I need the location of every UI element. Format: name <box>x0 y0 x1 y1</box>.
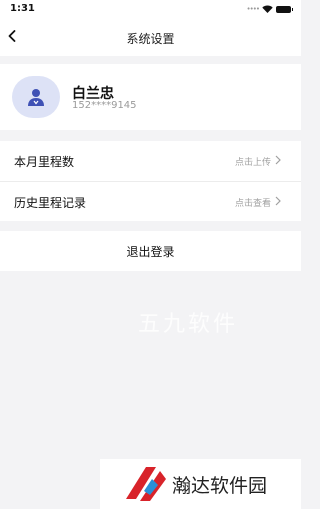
avatar[interactable] <box>12 76 60 118</box>
menu-item-label: 本月里程数 <box>14 155 75 169</box>
chevron-right-icon <box>275 196 281 206</box>
user-phone: 152****9145 <box>72 100 137 111</box>
watermark: 五九软件 <box>138 312 239 337</box>
menu-item-mileage-history[interactable]: 历史里程记录 点击查看 <box>0 181 301 221</box>
user-icon <box>28 89 44 106</box>
menu-item-hint: 点击上传 <box>234 158 271 168</box>
status-bar: 1:31 •••• <box>0 0 301 20</box>
chevron-right-icon <box>275 155 281 165</box>
wifi-icon <box>262 5 273 13</box>
menu-item-monthly-mileage[interactable]: 本月里程数 点击上传 <box>0 141 301 181</box>
site-badge: 瀚达软件园 <box>100 459 301 509</box>
page-title: 系统设置 <box>126 32 175 46</box>
status-time: 1:31 <box>10 3 35 14</box>
logout-label: 退出登录 <box>126 245 175 259</box>
battery-icon <box>276 5 293 13</box>
logout-button[interactable]: 退出登录 <box>0 231 301 271</box>
status-icons: •••• <box>246 5 293 13</box>
menu-group: 本月里程数 点击上传 历史里程记录 点击查看 <box>0 141 301 221</box>
menu-item-hint: 点击查看 <box>234 199 271 209</box>
site-name: 瀚达软件园 <box>172 475 268 497</box>
menu-item-label: 历史里程记录 <box>14 196 87 210</box>
site-logo-icon <box>126 467 166 501</box>
nav-bar: 系统设置 <box>0 20 301 56</box>
profile-card[interactable]: 白兰忠 152****9145 <box>0 64 301 130</box>
signal-dots-icon: •••• <box>246 5 259 13</box>
